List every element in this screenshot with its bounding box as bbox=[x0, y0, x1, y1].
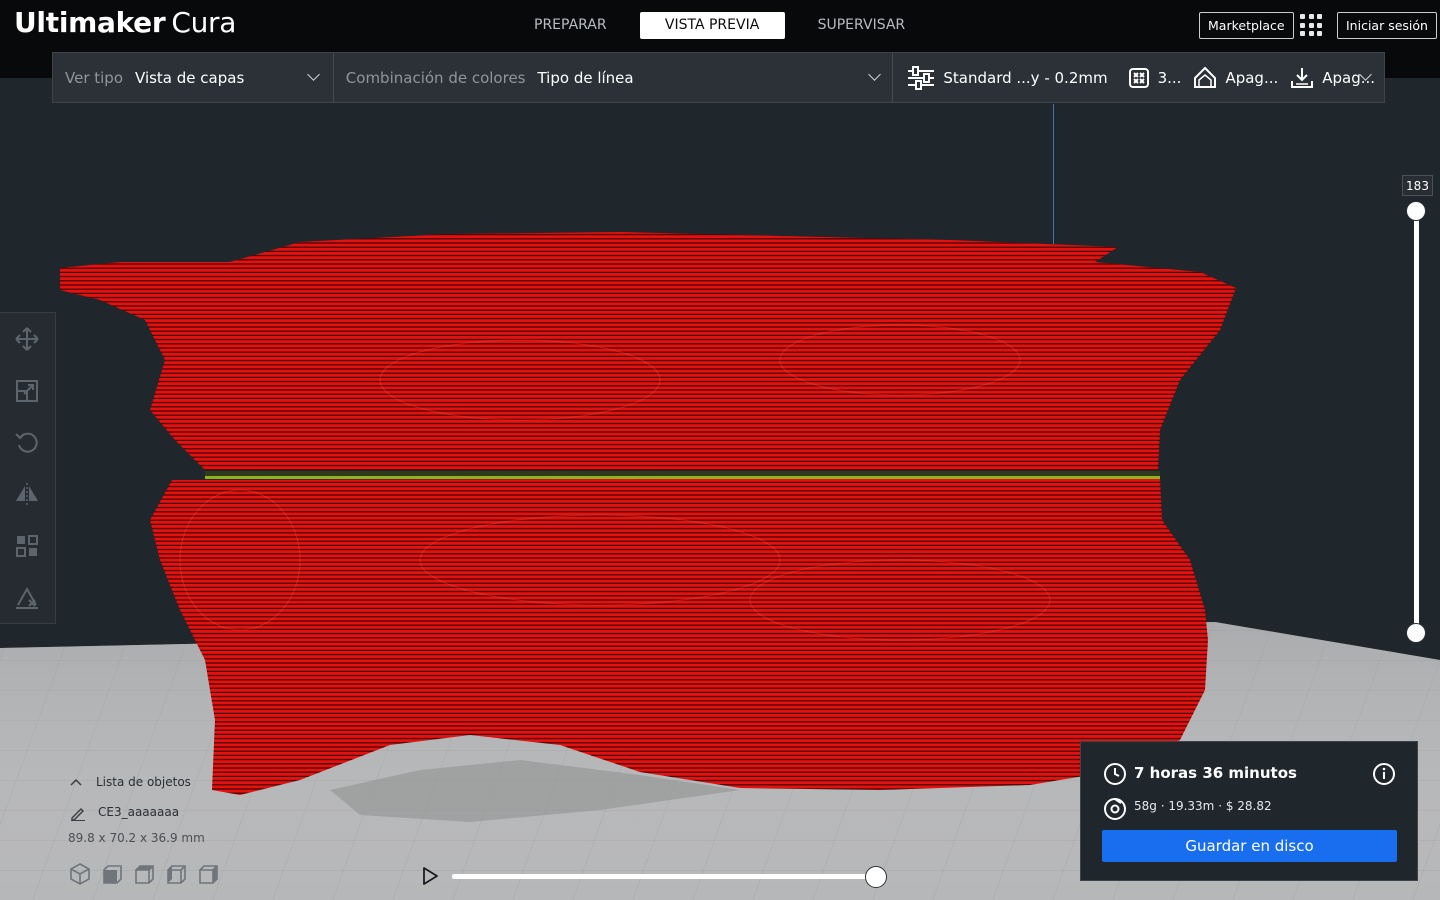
marketplace-button[interactable]: Marketplace bbox=[1199, 12, 1294, 39]
support-blocker-icon[interactable] bbox=[14, 585, 40, 611]
support-label: Apag... bbox=[1225, 68, 1279, 87]
layer-number-box[interactable]: 183 bbox=[1402, 175, 1433, 196]
app-logo: Ultimaker Cura bbox=[14, 6, 236, 39]
model-lower-part bbox=[150, 478, 1208, 795]
view-front-icon[interactable] bbox=[100, 862, 124, 886]
material-estimate: 58g · 19.33m · $ 28.82 bbox=[1134, 799, 1272, 813]
sliders-icon bbox=[908, 65, 935, 90]
stage-tabs: PREPARAR VISTA PREVIA SUPERVISAR bbox=[515, 12, 924, 39]
view-left-icon[interactable] bbox=[164, 862, 188, 886]
object-dimensions: 89.8 x 70.2 x 36.9 mm bbox=[68, 831, 205, 845]
tool-column bbox=[0, 312, 56, 624]
tab-vista-previa[interactable]: VISTA PREVIA bbox=[639, 12, 785, 39]
print-output-panel: 7 horas 36 minutos 58g · 19.33m · $ 28.8… bbox=[1080, 741, 1418, 881]
print-settings-dropdown[interactable]: Standard ...y - 0.2mm 3... Apag... Apag.… bbox=[892, 53, 1384, 102]
chevron-down-icon bbox=[867, 68, 881, 81]
layer-slider-lower-handle[interactable] bbox=[1406, 623, 1426, 643]
support-icon bbox=[1194, 66, 1217, 88]
save-to-disk-button[interactable]: Guardar en disco bbox=[1102, 830, 1397, 862]
clock-icon bbox=[1104, 763, 1126, 785]
play-icon[interactable] bbox=[421, 866, 439, 886]
build-volume-edge bbox=[1053, 104, 1054, 244]
layer-slider-track[interactable] bbox=[1414, 211, 1419, 633]
scale-icon[interactable] bbox=[14, 378, 40, 404]
print-time: 7 horas 36 minutos bbox=[1134, 764, 1297, 782]
view-type-label: Ver tipo bbox=[65, 68, 124, 87]
color-scheme-label: Combinación de colores bbox=[345, 68, 526, 87]
color-scheme-dropdown[interactable]: Combinación de colores Tipo de línea bbox=[332, 53, 893, 102]
per-model-settings-icon[interactable] bbox=[14, 533, 40, 559]
color-scheme-value: Tipo de línea bbox=[537, 68, 634, 87]
camera-view-buttons bbox=[68, 862, 220, 886]
login-button[interactable]: Iniciar sesión bbox=[1337, 12, 1437, 39]
logo-product: Cura bbox=[171, 6, 237, 39]
object-name[interactable]: CE3_aaaaaaa bbox=[98, 805, 179, 819]
infill-icon bbox=[1128, 67, 1149, 88]
preview-toolbar: Ver tipo Vista de capas Combinación de c… bbox=[52, 52, 1385, 103]
view-top-icon[interactable] bbox=[132, 862, 156, 886]
mirror-icon[interactable] bbox=[14, 481, 40, 507]
tab-preparar[interactable]: PREPARAR bbox=[515, 12, 626, 39]
info-icon[interactable] bbox=[1372, 762, 1396, 786]
model-upper-part bbox=[60, 232, 1236, 470]
move-icon[interactable] bbox=[14, 326, 40, 352]
apps-grid-icon[interactable] bbox=[1300, 14, 1322, 36]
view-right-icon[interactable] bbox=[196, 862, 220, 886]
filament-spool-icon bbox=[1104, 798, 1126, 820]
adhesion-icon bbox=[1291, 67, 1314, 88]
pencil-icon[interactable] bbox=[70, 805, 86, 821]
simulation-slider-handle[interactable] bbox=[865, 866, 887, 888]
layer-slider-upper-handle[interactable] bbox=[1406, 201, 1426, 221]
rotate-icon[interactable] bbox=[14, 429, 40, 455]
view-3d-icon[interactable] bbox=[68, 862, 92, 886]
view-type-value: Vista de capas bbox=[135, 68, 245, 87]
simulation-slider-track[interactable] bbox=[452, 874, 876, 879]
view-type-dropdown[interactable]: Ver tipo Vista de capas bbox=[53, 53, 333, 102]
profile-label: Standard ...y - 0.2mm bbox=[943, 68, 1108, 87]
object-list-title[interactable]: Lista de objetos bbox=[96, 775, 191, 789]
chevron-down-icon bbox=[307, 68, 320, 81]
infill-label: 3... bbox=[1157, 68, 1182, 87]
tab-supervisar[interactable]: SUPERVISAR bbox=[799, 12, 925, 39]
logo-brand: Ultimaker bbox=[14, 6, 166, 39]
chevron-up-icon[interactable] bbox=[70, 778, 82, 786]
